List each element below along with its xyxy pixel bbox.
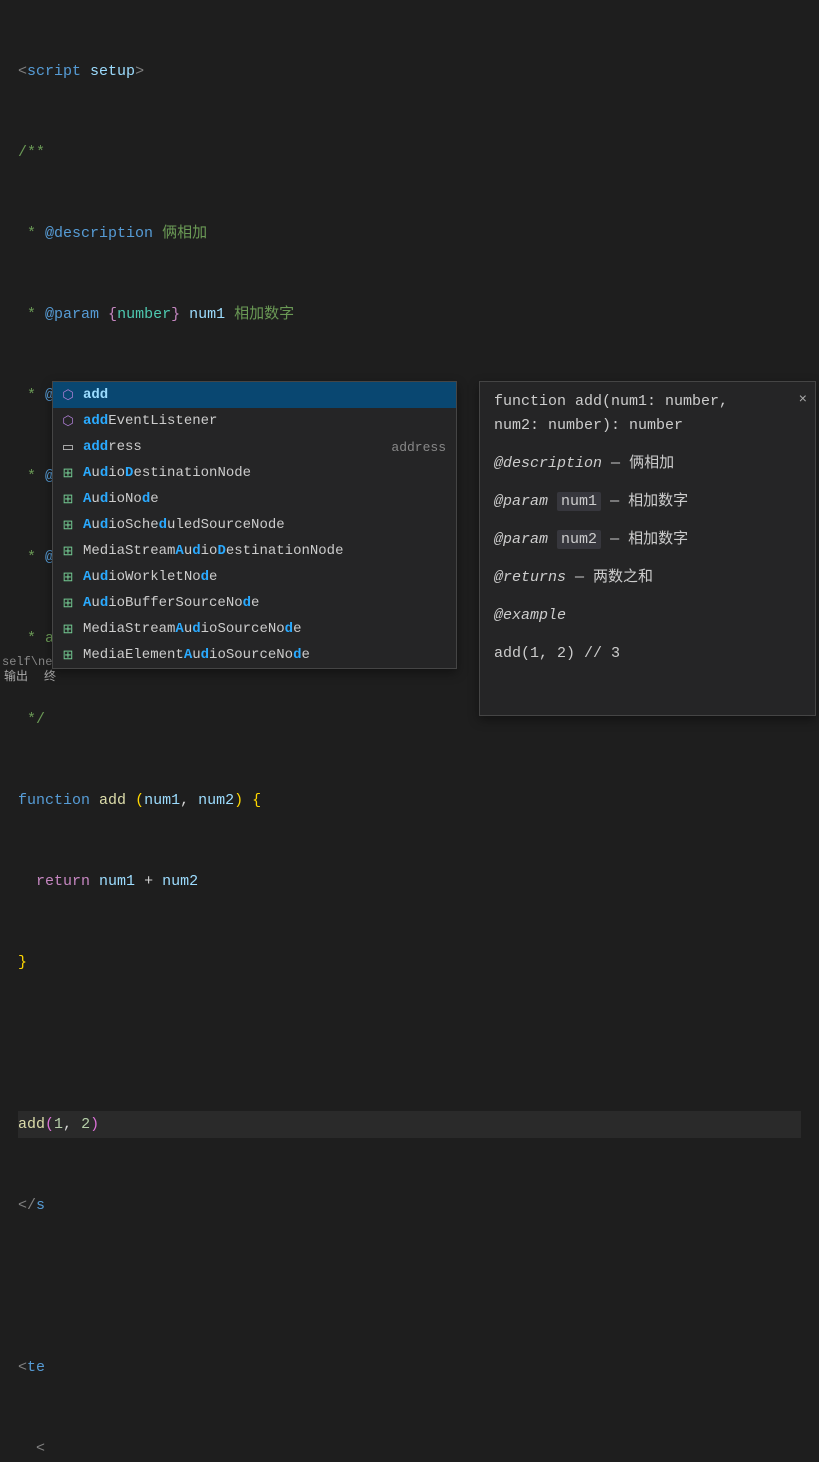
code-line[interactable]: } [18,949,801,976]
autocomplete-label: addEventListener [83,413,217,429]
autocomplete-item[interactable]: ⊞ MediaElementAudioSourceNode [53,642,456,668]
autocomplete-item[interactable]: ⊞ AudioBufferSourceNode [53,590,456,616]
code-line[interactable]: <script setup> [18,58,801,85]
autocomplete-label: MediaStreamAudioSourceNode [83,621,301,637]
docs-tooltip: × function add(num1: number, num2: numbe… [479,381,816,716]
autocomplete-label: AudioDestinationNode [83,465,251,481]
docs-returns: @returns — 两数之和 [494,566,801,590]
autocomplete-label: address [83,439,142,455]
code-line[interactable]: /** [18,139,801,166]
code-line[interactable] [18,1273,801,1300]
autocomplete-item[interactable]: ⊞ AudioWorkletNode [53,564,456,590]
func-icon: ⬡ [59,414,77,429]
signature: function add(num1: number, num2: number)… [494,390,801,438]
iface-icon: ⊞ [59,622,77,637]
autocomplete-item[interactable]: ⊞ AudioDestinationNode [53,460,456,486]
iface-icon: ⊞ [59,648,77,663]
autocomplete-label: AudioNode [83,491,159,507]
code-line-active[interactable]: add(1, 2) [18,1111,801,1138]
autocomplete-item[interactable]: ▭ address address [53,434,456,460]
code-line[interactable]: < [18,1435,801,1462]
autocomplete-item[interactable]: ⊞ AudioNode [53,486,456,512]
code-line[interactable]: <te [18,1354,801,1381]
output-tab[interactable]: 输出 [4,667,28,687]
docs-example-code: add(1, 2) // 3 [494,642,801,666]
autocomplete-label: add [83,387,108,403]
iface-icon: ⊞ [59,570,77,585]
iface-icon: ⊞ [59,492,77,507]
autocomplete-item[interactable]: ⊞ MediaStreamAudioSourceNode [53,616,456,642]
autocomplete-hint: address [391,440,450,455]
close-icon[interactable]: × [799,388,807,412]
terminal-tab[interactable]: 终 [44,667,56,687]
iface-icon: ⊞ [59,544,77,559]
autocomplete-label: AudioBufferSourceNode [83,595,259,611]
autocomplete-item[interactable]: ⊞ MediaStreamAudioDestinationNode [53,538,456,564]
code-line[interactable]: function add (num1, num2) { [18,787,801,814]
code-line[interactable] [18,1030,801,1057]
autocomplete-item[interactable]: ⬡ add [53,382,456,408]
autocomplete-label: MediaStreamAudioDestinationNode [83,543,343,559]
iface-icon: ⊞ [59,466,77,481]
func-icon: ⬡ [59,388,77,403]
docs-description: @description — 俩相加 [494,452,801,476]
code-line[interactable]: return num1 + num2 [18,868,801,895]
autocomplete-label: AudioWorkletNode [83,569,217,585]
path-crumb: self\net [0,655,60,669]
output-tabs[interactable]: 输出 终 [0,667,56,687]
iface-icon: ⊞ [59,518,77,533]
autocomplete-list[interactable]: ⬡ add ⬡ addEventListener ▭ address address ⊞ Aud… [52,381,457,669]
code-line[interactable]: * @description 俩相加 [18,220,801,247]
iface-icon: ⊞ [59,596,77,611]
code-editor[interactable]: <script setup> /** * @description 俩相加 * … [0,0,819,1462]
autocomplete-item[interactable]: ⬡ addEventListener [53,408,456,434]
docs-param: @param num1 — 相加数字 [494,490,801,514]
autocomplete-label: AudioScheduledSourceNode [83,517,285,533]
docs-param: @param num2 — 相加数字 [494,528,801,552]
code-line[interactable]: </s [18,1192,801,1219]
docs-example-tag: @example [494,604,801,628]
code-line[interactable]: * @param {number} num1 相加数字 [18,301,801,328]
autocomplete-label: MediaElementAudioSourceNode [83,647,310,663]
autocomplete-item[interactable]: ⊞ AudioScheduledSourceNode [53,512,456,538]
snip-icon: ▭ [59,440,77,455]
